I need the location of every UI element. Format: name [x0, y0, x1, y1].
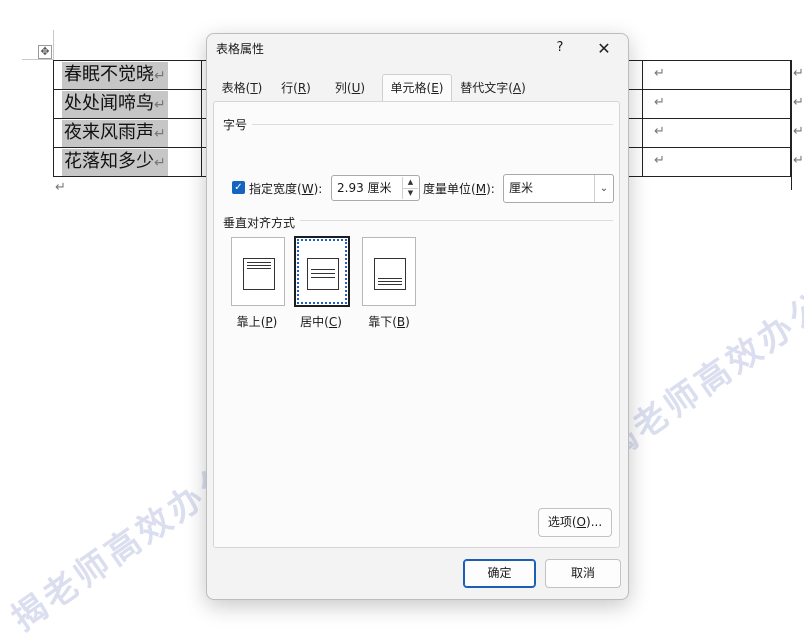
cell-tab-panel: 字号 ✓ 指定宽度(W): 2.93 厘米 ▲ ▼ 度量单位(M): 厘米 ⌄ … [213, 101, 620, 548]
chevron-down-icon[interactable]: ⌄ [594, 175, 613, 202]
paragraph-mark: ↵ [654, 66, 665, 81]
help-button[interactable]: ? [550, 38, 570, 58]
section-divider [252, 124, 613, 125]
measure-in-select[interactable]: 厘米 ⌄ [503, 174, 614, 203]
preferred-width-label: 指定宽度(W): [249, 182, 323, 196]
paragraph-mark: ↵ [654, 95, 665, 110]
table-move-handle-icon[interactable]: ✥ [38, 45, 52, 59]
tab-column[interactable]: 列(U) [329, 76, 371, 101]
measure-in-label: 度量单位(M): [423, 182, 495, 196]
valign-center-label: 居中(C) [300, 315, 342, 329]
table-cell[interactable]: 处处闻啼鸟↵ [62, 91, 168, 118]
options-button[interactable]: 选项(O)... [538, 508, 612, 537]
section-divider [300, 220, 613, 221]
paragraph-mark: ↵ [793, 153, 804, 168]
preferred-width-spinner[interactable]: 2.93 厘米 ▲ ▼ [331, 175, 420, 201]
valign-bottom-button[interactable] [362, 237, 416, 306]
paragraph-mark: ↵ [55, 180, 66, 195]
align-center-icon [307, 258, 339, 290]
paragraph-mark: ↵ [793, 95, 804, 110]
margin-guide [22, 59, 53, 60]
spin-down-icon[interactable]: ▼ [403, 188, 418, 199]
align-bottom-icon [374, 258, 406, 290]
tab-bar: 表格(T) 行(R) 列(U) 单元格(E) 替代文字(A) [213, 74, 623, 102]
ok-button[interactable]: 确定 [463, 559, 536, 588]
valign-center-button[interactable] [294, 236, 350, 307]
table-next-column: ↵ ↵ ↵ ↵ [791, 60, 804, 190]
valign-section-label: 垂直对齐方式 [223, 216, 296, 230]
valign-top-button[interactable] [231, 237, 285, 306]
tab-alt-text[interactable]: 替代文字(A) [455, 76, 531, 101]
table-cell[interactable]: 花落知多少↵ [62, 149, 168, 176]
dialog-title: 表格属性 [216, 42, 265, 56]
paragraph-mark: ↵ [654, 153, 665, 168]
tab-cell[interactable]: 单元格(E) [382, 74, 452, 102]
preferred-width-checkbox[interactable]: ✓ [232, 181, 245, 194]
tab-row[interactable]: 行(R) [275, 76, 317, 101]
table-cell[interactable]: 夜来风雨声↵ [62, 120, 168, 147]
measure-in-value: 厘米 [509, 181, 534, 195]
valign-bottom-label: 靠下(B) [368, 315, 410, 329]
spinner-arrows: ▲ ▼ [402, 177, 418, 199]
paragraph-mark: ↵ [793, 124, 804, 139]
size-section-label: 字号 [223, 118, 248, 132]
tab-table[interactable]: 表格(T) [217, 76, 267, 101]
table-cell[interactable]: 春眠不觉晓↵ [62, 62, 168, 89]
paragraph-mark: ↵ [654, 124, 665, 139]
valign-top-label: 靠上(P) [236, 315, 278, 329]
close-button[interactable]: ✕ [593, 38, 615, 60]
table-properties-dialog: 表格属性 ? ✕ 表格(T) 行(R) 列(U) 单元格(E) 替代文字(A) … [206, 33, 629, 600]
align-top-icon [243, 258, 275, 290]
preferred-width-value: 2.93 厘米 [337, 181, 392, 195]
paragraph-mark: ↵ [793, 66, 804, 81]
margin-guide [53, 30, 54, 60]
cancel-button[interactable]: 取消 [545, 559, 621, 588]
